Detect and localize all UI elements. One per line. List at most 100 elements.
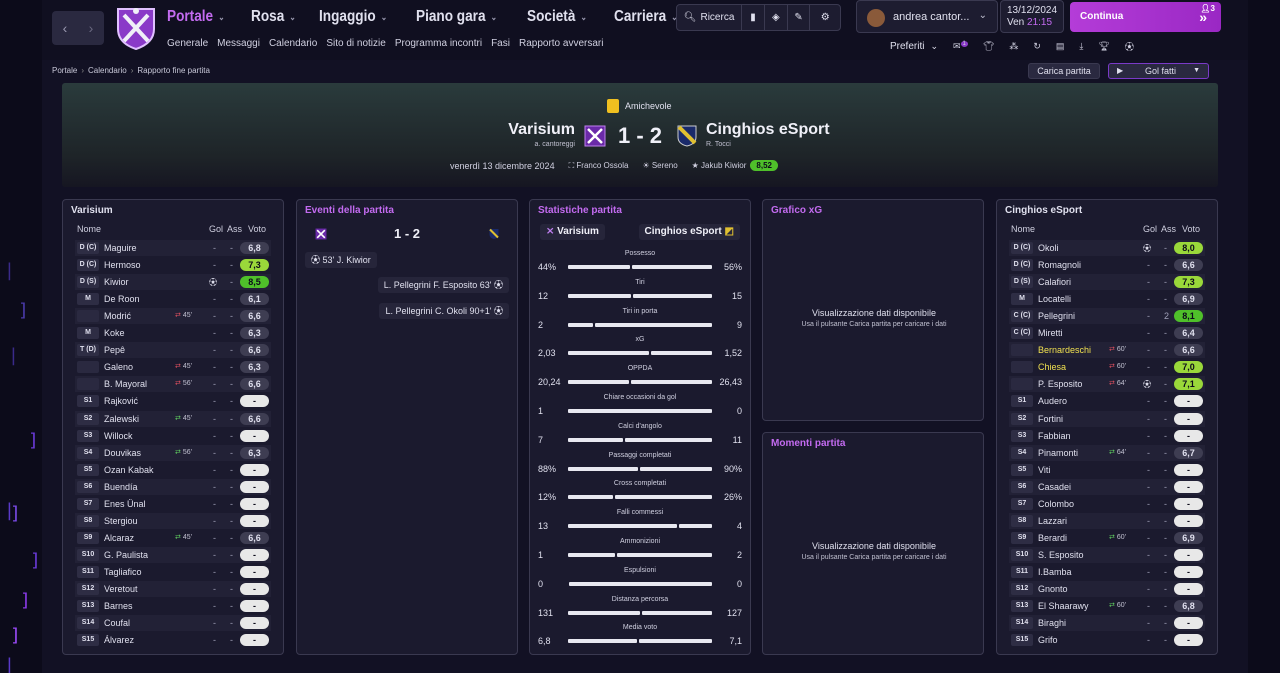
player-name[interactable]: Enes Ünal	[104, 499, 146, 509]
player-name[interactable]: Colombo	[1038, 499, 1074, 509]
trophy-icon[interactable]: 🏆︎	[1098, 41, 1109, 52]
player-name[interactable]: Okoli	[1038, 243, 1059, 253]
forward-button[interactable]: ›	[78, 11, 104, 45]
home-team-name[interactable]: Varisium	[508, 121, 575, 139]
player-row[interactable]: S5 Ozan Kabak - - -	[75, 462, 271, 478]
player-name[interactable]: Coufal	[104, 618, 130, 628]
event-item[interactable]: L. Pellegrini F. Esposito 63' ⚽︎	[377, 277, 509, 293]
player-name[interactable]: Tagliafico	[104, 567, 142, 577]
player-name[interactable]: P. Esposito	[1038, 379, 1082, 389]
player-name[interactable]: Pinamonti	[1038, 448, 1078, 458]
player-name[interactable]: Hermoso	[104, 260, 141, 270]
player-row[interactable]: C (C) Miretti - -6,4	[1009, 325, 1205, 341]
player-name[interactable]: Barnes	[104, 601, 133, 611]
document-icon[interactable]: ▤	[1056, 41, 1065, 52]
player-row[interactable]: S7 Enes Ünal - - -	[75, 496, 271, 512]
shirt-icon[interactable]: 👕︎	[983, 41, 994, 52]
player-row[interactable]: S7 Colombo - - -	[1009, 496, 1205, 512]
player-name[interactable]: Alcaraz	[104, 533, 134, 543]
player-row[interactable]: D (C) Okoli ⚽︎ -8,0	[1009, 240, 1205, 256]
player-row[interactable]: C (C) Pellegrini - 2 8,1	[1009, 308, 1205, 325]
player-name[interactable]: Willock	[104, 431, 133, 441]
player-name[interactable]: Berardi	[1038, 533, 1067, 543]
inbox-icon[interactable]: ✉ 1	[953, 41, 968, 52]
player-row[interactable]: S12 Gnonto - - -	[1009, 581, 1205, 597]
player-row[interactable]: S15 Grifo - - -	[1009, 632, 1205, 648]
pen-icon[interactable]: ✎	[788, 5, 811, 30]
player-row[interactable]: D (S) Kiwior ⚽︎ -8,5	[75, 274, 271, 291]
player-name[interactable]: Buendía	[104, 482, 138, 492]
menu-item-5[interactable]: Carriera ⌄	[614, 6, 678, 28]
player-row[interactable]: Bernardeschi ⇄ 60' - -6,6	[1009, 342, 1205, 359]
player-name[interactable]: Stergiou	[104, 516, 138, 526]
search-button[interactable]: 🔍︎ Ricerca	[677, 5, 743, 30]
player-row[interactable]: D (C) Hermoso - -7,3	[75, 257, 271, 273]
player-name[interactable]: Chiesa	[1038, 362, 1066, 372]
player-row[interactable]: S3 Fabbian - - -	[1009, 428, 1205, 444]
player-row[interactable]: S4 Pinamonti ⇄ 64' - -6,7	[1009, 444, 1205, 461]
player-row[interactable]: S4 Douvikas ⇄ 56' - -6,3	[75, 444, 271, 461]
menu-item-3[interactable]: Piano gara ⌄	[416, 6, 497, 28]
submenu-item[interactable]: Generale	[167, 38, 208, 49]
chevron-down-icon[interactable]: ⌄	[930, 41, 938, 52]
submenu-item[interactable]: Calendario	[269, 38, 317, 49]
submenu-item[interactable]: Sito di notizie	[326, 38, 385, 49]
back-button[interactable]: ‹	[52, 11, 78, 45]
player-name[interactable]: Koke	[104, 328, 125, 338]
player-row[interactable]: S13 Barnes - - -	[75, 598, 271, 614]
player-row[interactable]: S2 Zalewski ⇄ 45' - -6,6	[75, 410, 271, 427]
player-name[interactable]: B. Mayoral	[104, 379, 147, 389]
player-name[interactable]: S. Esposito	[1038, 550, 1084, 560]
man-of-the-match[interactable]: Jakub Kiwior	[701, 161, 746, 170]
player-name[interactable]: Miretti	[1038, 328, 1063, 338]
refresh-icon[interactable]: ↻	[1033, 41, 1041, 52]
player-name[interactable]: Gnonto	[1038, 584, 1068, 594]
player-name[interactable]: Douvikas	[104, 448, 141, 458]
player-row[interactable]: S11 I.Bamba - - -	[1009, 564, 1205, 580]
player-row[interactable]: S14 Coufal - - -	[75, 615, 271, 632]
event-item[interactable]: L. Pellegrini C. Okoli 90+1' ⚽︎	[379, 303, 509, 319]
menu-item-1[interactable]: Rosa ⌄	[251, 6, 296, 28]
player-row[interactable]: S13 El Shaarawy ⇄ 60' - -6,8	[1009, 598, 1205, 614]
player-row[interactable]: S9 Alcaraz ⇄ 45' - -6,6	[75, 530, 271, 546]
goals-dropdown[interactable]: ▶ Gol fatti ▼	[1108, 63, 1209, 79]
player-row[interactable]: S10 S. Esposito - - -	[1009, 546, 1205, 563]
player-name[interactable]: Casadei	[1038, 482, 1071, 492]
breadcrumb-portale[interactable]: Portale	[52, 66, 77, 75]
player-row[interactable]: S2 Fortini - - -	[1009, 410, 1205, 427]
player-name[interactable]: Modrić	[104, 311, 131, 321]
player-name[interactable]: De Roon	[104, 294, 140, 304]
away-team-name[interactable]: Cinghios eSport	[706, 121, 830, 139]
player-row[interactable]: S9 Berardi ⇄ 60' - -6,9	[1009, 530, 1205, 546]
submenu-item[interactable]: Rapporto avversari	[519, 38, 603, 49]
submenu-item[interactable]: Fasi	[491, 38, 510, 49]
player-row[interactable]: S11 Tagliafico - - -	[75, 564, 271, 580]
player-row[interactable]: D (C) Romagnoli - -6,6	[1009, 257, 1205, 273]
load-match-button[interactable]: Carica partita	[1028, 63, 1100, 79]
player-row[interactable]: S1 Audero - - -	[1009, 393, 1205, 409]
player-row[interactable]: S5 Viti - - -	[1009, 462, 1205, 478]
player-name[interactable]: Fabbian	[1038, 431, 1071, 441]
player-name[interactable]: Grifo	[1038, 635, 1058, 645]
player-name[interactable]: Veretout	[104, 584, 138, 594]
team-icon[interactable]: ⁂	[1009, 41, 1018, 52]
player-row[interactable]: S14 Biraghi - - -	[1009, 615, 1205, 632]
menu-item-2[interactable]: Ingaggio ⌄	[319, 6, 387, 28]
download-icon[interactable]: ⤓	[1079, 41, 1083, 52]
submenu-item[interactable]: Messaggi	[217, 38, 260, 49]
player-row[interactable]: S3 Willock - - -	[75, 428, 271, 444]
player-name[interactable]: Calafiori	[1038, 277, 1071, 287]
ball-icon[interactable]: ⚽︎	[1125, 40, 1134, 53]
breadcrumb-calendario[interactable]: Calendario	[88, 66, 127, 75]
player-name[interactable]: Álvarez	[104, 635, 134, 645]
player-name[interactable]: Audero	[1038, 396, 1067, 406]
player-name[interactable]: Fortini	[1038, 414, 1063, 424]
player-row[interactable]: M Locatelli - -6,9	[1009, 291, 1205, 307]
player-name[interactable]: Viti	[1038, 465, 1050, 475]
bookmark-icon[interactable]: ▮	[742, 5, 765, 30]
player-row[interactable]: S12 Veretout - - -	[75, 581, 271, 597]
player-name[interactable]: Locatelli	[1038, 294, 1071, 304]
player-row[interactable]: S6 Buendía - - -	[75, 478, 271, 495]
player-row[interactable]: T (D) Pepê - -6,6	[75, 342, 271, 359]
player-row[interactable]: P. Esposito ⇄ 64' ⚽︎ -7,1	[1009, 376, 1205, 393]
